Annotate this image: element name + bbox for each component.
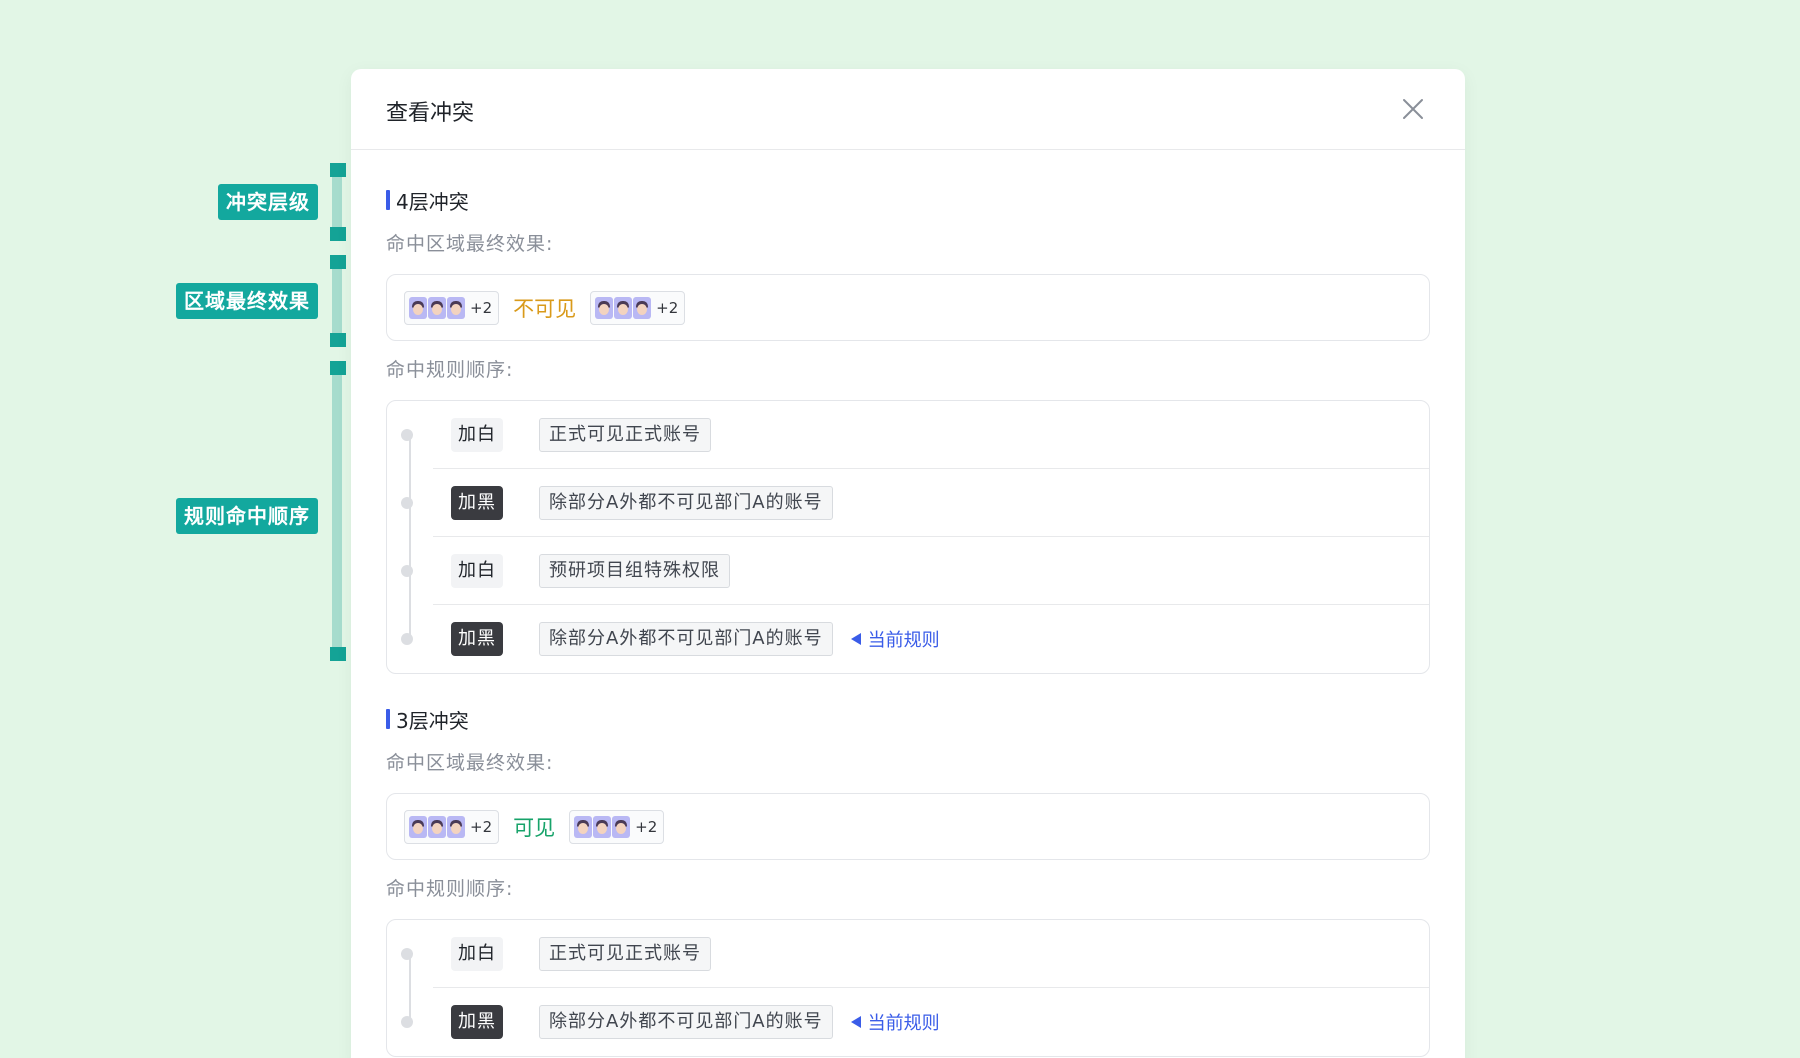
rule-order-box: 加白 正式可见正式账号 加黑 除部分A外都不可见部门A的账号 加白 预研项目组特殊权限 加黑… (386, 400, 1430, 674)
avatar-group[interactable]: +2 (590, 290, 686, 325)
effect-result: 不可见 (513, 296, 577, 321)
avatar-group[interactable]: +2 (569, 809, 665, 844)
section-title: 3层冲突 (386, 704, 1430, 734)
rule-row: 加白 正式可见正式账号 (401, 920, 1429, 988)
section-title-text: 4层冲突 (396, 189, 469, 214)
avatar (409, 815, 427, 838)
avatar (428, 815, 446, 838)
timeline-dot (401, 564, 413, 577)
effect-result: 可见 (513, 815, 556, 840)
blacklist-tag: 加黑 (451, 485, 503, 520)
rule-row: 加黑 除部分A外都不可见部门A的账号 (401, 469, 1429, 537)
whitelist-tag: 加白 (451, 417, 503, 452)
annotation-cap (330, 255, 346, 269)
avatar (614, 296, 633, 319)
avatar-group[interactable]: +2 (404, 809, 500, 844)
rule-name-tag[interactable]: 正式可见正式账号 (539, 936, 711, 971)
section-title-bar (386, 709, 390, 729)
timeline-dot (401, 947, 413, 960)
rule-row: 加白 预研项目组特殊权限 (401, 537, 1429, 605)
avatar (595, 296, 614, 319)
rule-name-tag[interactable]: 除部分A外都不可见部门A的账号 (539, 622, 833, 656)
rule-name-tag[interactable]: 除部分A外都不可见部门A的账号 (539, 485, 833, 520)
rule-order-box: 加白 正式可见正式账号加黑 除部分A外都不可见部门A的账号 当前规则 (386, 919, 1430, 1057)
current-rule-marker: 当前规则 (850, 626, 940, 652)
section-title: 4层冲突 (386, 185, 1430, 215)
rule-row: 加黑 除部分A外都不可见部门A的账号 当前规则 (401, 988, 1429, 1056)
timeline-dot (401, 496, 413, 509)
avatar-more-count: +2 (470, 298, 493, 317)
annotation-cap (330, 361, 346, 375)
final-effect-box: +2 可见 +2 (386, 793, 1430, 860)
avatar (593, 815, 612, 838)
avatar (633, 296, 652, 319)
annotation-track-region-effect (330, 255, 346, 347)
section-title-bar (386, 190, 390, 210)
current-rule-marker: 当前规则 (850, 1009, 940, 1035)
avatar (612, 815, 631, 838)
avatar (409, 296, 427, 319)
final-effect-label: 命中区域最终效果: (386, 752, 554, 774)
rule-name-tag[interactable]: 除部分A外都不可见部门A的账号 (539, 1005, 833, 1039)
avatar (447, 815, 465, 838)
conflict-section: 4层冲突 命中区域最终效果: +2 不可见 +2 命中规则顺序: 加白 正式可见正式账号 加黑除… (386, 185, 1430, 674)
avatar-group[interactable]: +2 (404, 290, 500, 325)
current-rule-label: 当前规则 (867, 1013, 940, 1034)
modal-title: 查看冲突 (386, 101, 475, 126)
section-title-text: 3层冲突 (396, 708, 469, 733)
avatar-more-count: +2 (470, 817, 493, 836)
conflict-section: 3层冲突命中区域最终效果: +2 可见 +2 命中规则顺序: 加白 正式可见正式账号加黑 除部… (386, 704, 1430, 1057)
close-icon (1403, 99, 1423, 119)
final-effect-box: +2 不可见 +2 (386, 274, 1430, 341)
rule-order-label: 命中规则顺序: (386, 359, 514, 381)
avatar-more-count: +2 (635, 817, 658, 836)
rule-row: 加白 正式可见正式账号 (401, 401, 1429, 469)
blacklist-tag: 加黑 (451, 622, 503, 656)
rule-name-tag[interactable]: 正式可见正式账号 (539, 417, 711, 452)
annotation-cap (330, 333, 346, 347)
avatar (574, 815, 593, 838)
whitelist-tag: 加白 (451, 936, 503, 971)
timeline-line (409, 951, 411, 1025)
avatar (447, 296, 465, 319)
annotation-label-rule-order: 规则命中顺序 (176, 498, 318, 534)
blacklist-tag: 加黑 (451, 1005, 503, 1039)
annotation-cap (330, 647, 346, 661)
annotation-cap (330, 227, 346, 241)
final-effect-label: 命中区域最终效果: (386, 233, 554, 255)
conflict-modal: 查看冲突 4层冲突 命中区域最终效果: +2 不可见 +2 命中规则顺序: 加白 正式可见正式… (351, 69, 1465, 1058)
annotation-label-conflict-level: 冲突层级 (218, 184, 318, 220)
timeline-dot (401, 1016, 413, 1028)
close-button[interactable] (1401, 97, 1425, 121)
avatar (428, 296, 446, 319)
caret-left-icon (850, 633, 861, 645)
annotation-cap (330, 163, 346, 177)
avatar-more-count: +2 (656, 298, 679, 317)
modal-header: 查看冲突 (351, 69, 1465, 150)
current-rule-label: 当前规则 (867, 630, 940, 651)
timeline-line (409, 432, 411, 642)
rule-name-tag[interactable]: 预研项目组特殊权限 (539, 553, 730, 588)
annotation-track-rule-order (330, 361, 346, 661)
modal-body: 4层冲突 命中区域最终效果: +2 不可见 +2 命中规则顺序: 加白 正式可见正式账号 加黑除… (351, 150, 1465, 1057)
rule-row: 加黑 除部分A外都不可见部门A的账号 当前规则 (401, 605, 1429, 673)
annotation-label-region-effect: 区域最终效果 (176, 283, 318, 319)
annotation-track-conflict-level (330, 163, 346, 241)
timeline-dot (401, 633, 413, 645)
caret-left-icon (850, 1016, 861, 1028)
rule-order-label: 命中规则顺序: (386, 878, 514, 900)
whitelist-tag: 加白 (451, 553, 503, 588)
timeline-dot (401, 428, 413, 441)
